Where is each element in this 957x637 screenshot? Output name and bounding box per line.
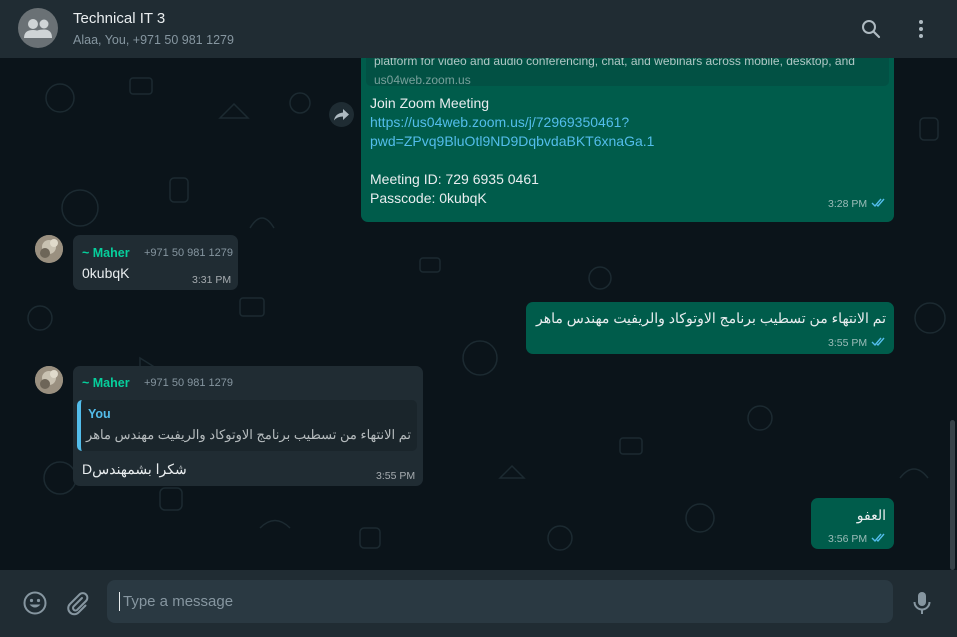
message-time: 3:31 PM xyxy=(192,274,232,286)
message-time: 3:55 PM xyxy=(376,470,416,482)
sender-name[interactable]: ~ Maher xyxy=(82,246,130,260)
message-outgoing-zoom[interactable]: platform for video and audio conferencin… xyxy=(361,58,894,222)
message-incoming[interactable]: ~ Maher +971 50 981 1279 0kubqK 3:31 PM xyxy=(73,235,238,290)
link-preview[interactable]: platform for video and audio conferencin… xyxy=(366,58,889,87)
chat-title[interactable]: Technical IT 3 xyxy=(73,10,165,27)
menu-icon[interactable] xyxy=(909,17,933,41)
group-avatar-icon[interactable] xyxy=(18,8,58,48)
meeting-link-continued[interactable]: pwd=ZPvq9BluOtl9ND9DqbvdaBKT6xnaGa.1 xyxy=(370,133,654,149)
double-tick-icon xyxy=(871,337,885,347)
message-outgoing[interactable]: العفو 3:56 PM xyxy=(811,498,894,549)
search-icon[interactable] xyxy=(859,17,883,41)
sender-name[interactable]: ~ Maher xyxy=(82,376,130,390)
emoji-icon[interactable] xyxy=(22,590,48,616)
message-time: 3:56 PM xyxy=(828,533,868,545)
message-input[interactable]: Type a message xyxy=(107,580,893,623)
quoted-text: تم الانتهاء من تسطيب برنامج الاوتوكاد وا… xyxy=(86,427,411,442)
sender-phone: +971 50 981 1279 xyxy=(144,377,234,389)
message-list[interactable]: platform for video and audio conferencin… xyxy=(0,58,957,570)
link-preview-domain: us04web.zoom.us xyxy=(374,73,471,87)
sender-phone: +971 50 981 1279 xyxy=(144,247,234,259)
forward-icon[interactable] xyxy=(329,102,354,127)
quoted-author: You xyxy=(88,407,111,421)
message-input-placeholder: Type a message xyxy=(123,593,234,610)
chat-participants: Alaa, You, +971 50 981 1279 xyxy=(73,33,234,47)
message-text: 0kubqK xyxy=(82,265,130,281)
message-time: 3:55 PM xyxy=(828,337,868,349)
message-text: شكرا بشمهندسD xyxy=(82,461,187,477)
double-tick-icon xyxy=(871,533,885,543)
message-text: العفو xyxy=(856,507,886,523)
message-outgoing[interactable]: تم الانتهاء من تسطيب برنامج الاوتوكاد وا… xyxy=(526,302,894,354)
meeting-id-text: Meeting ID: 729 6935 0461 xyxy=(370,171,539,187)
text-caret xyxy=(119,592,120,611)
link-preview-description: platform for video and audio conferencin… xyxy=(374,58,855,68)
message-time: 3:28 PM xyxy=(828,198,868,210)
message-text: تم الانتهاء من تسطيب برنامج الاوتوكاد وا… xyxy=(536,310,886,326)
avatar[interactable] xyxy=(35,366,63,394)
double-tick-icon xyxy=(871,198,885,208)
quoted-message[interactable]: You تم الانتهاء من تسطيب برنامج الاوتوكا… xyxy=(77,400,417,451)
meeting-link[interactable]: https://us04web.zoom.us/j/72969350461? xyxy=(370,114,629,130)
attach-icon[interactable] xyxy=(64,590,90,616)
message-incoming-reply[interactable]: ~ Maher +971 50 981 1279 You تم الانتهاء… xyxy=(73,366,423,486)
passcode-text: Passcode: 0kubqK xyxy=(370,190,487,206)
scrollbar[interactable] xyxy=(950,420,955,570)
mic-icon[interactable] xyxy=(910,590,934,616)
composer-bar: Type a message xyxy=(0,570,957,637)
chat-header[interactable]: Technical IT 3 Alaa, You, +971 50 981 12… xyxy=(0,0,957,58)
avatar[interactable] xyxy=(35,235,63,263)
message-text: Join Zoom Meeting xyxy=(370,95,490,111)
